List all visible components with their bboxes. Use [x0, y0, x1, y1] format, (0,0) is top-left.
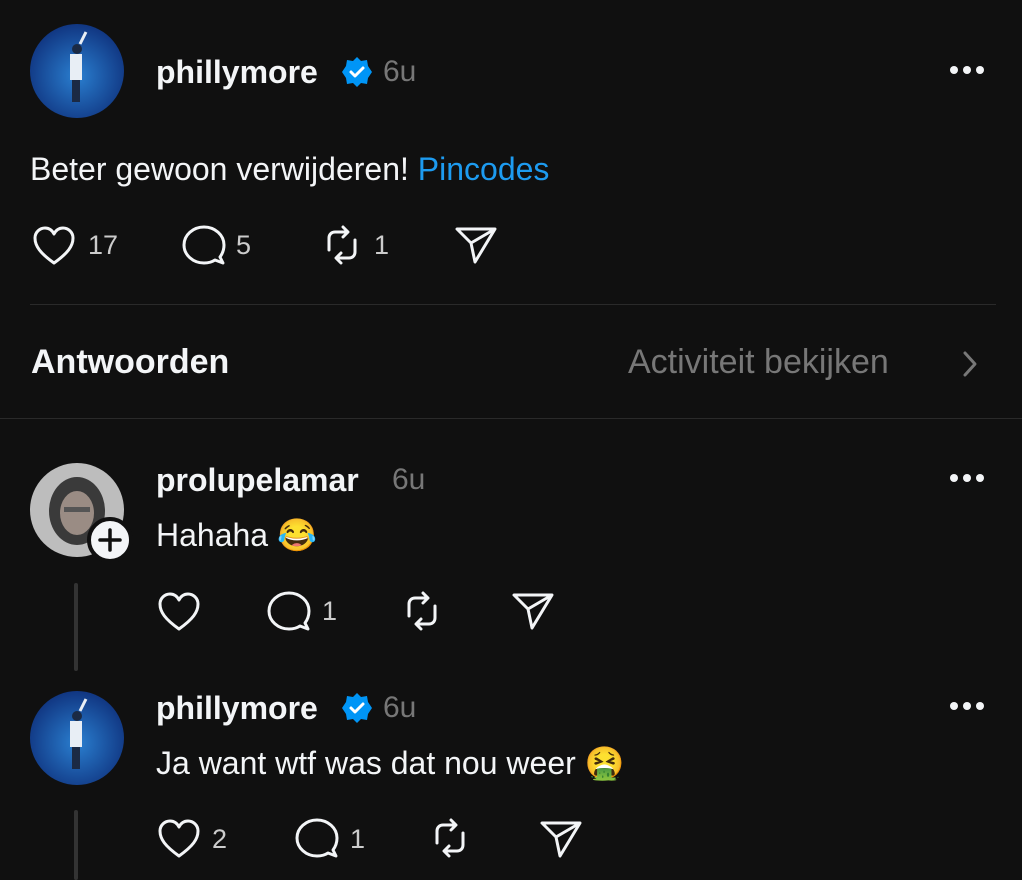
post-body: Beter gewoon verwijderen! — [30, 151, 409, 187]
reply-count: 1 — [350, 824, 366, 854]
post-divider — [30, 304, 996, 305]
repost-icon[interactable] — [427, 816, 473, 860]
heart-icon[interactable] — [157, 818, 201, 860]
activity-link[interactable]: Activiteit bekijken — [628, 345, 889, 379]
post-username[interactable]: phillymore — [156, 56, 318, 88]
reply-time: 6u — [383, 691, 417, 724]
more-icon[interactable] — [948, 468, 986, 488]
reply-count: 5 — [236, 230, 252, 260]
post-time: 6u — [383, 55, 417, 88]
reply-body: Ja want wtf was dat nou weer — [156, 745, 576, 781]
avatar-phillymore[interactable] — [30, 24, 124, 118]
comment-icon[interactable] — [294, 817, 340, 861]
post-link[interactable]: Pincodes — [418, 151, 550, 187]
thread-line — [74, 583, 78, 671]
more-icon[interactable] — [948, 696, 986, 716]
reply-username[interactable]: prolupelamar — [156, 464, 359, 496]
follow-plus-icon[interactable] — [87, 517, 133, 563]
reply-text: Ja want wtf was dat nou weer 🤮 — [156, 747, 625, 779]
header-divider — [0, 418, 1022, 419]
share-icon[interactable] — [538, 818, 584, 860]
thread-line — [74, 810, 78, 880]
reply-body: Hahaha — [156, 517, 269, 553]
verified-icon — [341, 56, 373, 88]
post-text: Beter gewoon verwijderen! Pincodes — [30, 153, 549, 185]
reply-text: Hahaha 😂 — [156, 519, 317, 551]
more-icon[interactable] — [948, 60, 986, 80]
chevron-right-icon[interactable] — [960, 349, 980, 379]
repost-icon[interactable] — [399, 589, 445, 633]
share-icon[interactable] — [453, 224, 499, 266]
repost-count: 1 — [374, 230, 390, 260]
laughing-emoji: 😂 — [276, 517, 317, 553]
verified-icon — [341, 692, 373, 724]
reply-username[interactable]: phillymore — [156, 692, 318, 724]
heart-icon[interactable] — [32, 225, 76, 267]
like-count: 2 — [212, 824, 228, 854]
comment-icon[interactable] — [181, 224, 227, 268]
avatar-phillymore[interactable] — [30, 691, 124, 785]
reply-count: 1 — [322, 596, 338, 626]
repost-icon[interactable] — [319, 223, 365, 267]
reply-time: 6u — [392, 463, 426, 496]
comment-icon[interactable] — [266, 590, 312, 634]
replies-title: Antwoorden — [31, 343, 230, 381]
vomiting-emoji: 🤮 — [584, 745, 625, 781]
like-count: 17 — [88, 230, 119, 260]
heart-icon[interactable] — [157, 591, 201, 633]
share-icon[interactable] — [510, 590, 556, 632]
